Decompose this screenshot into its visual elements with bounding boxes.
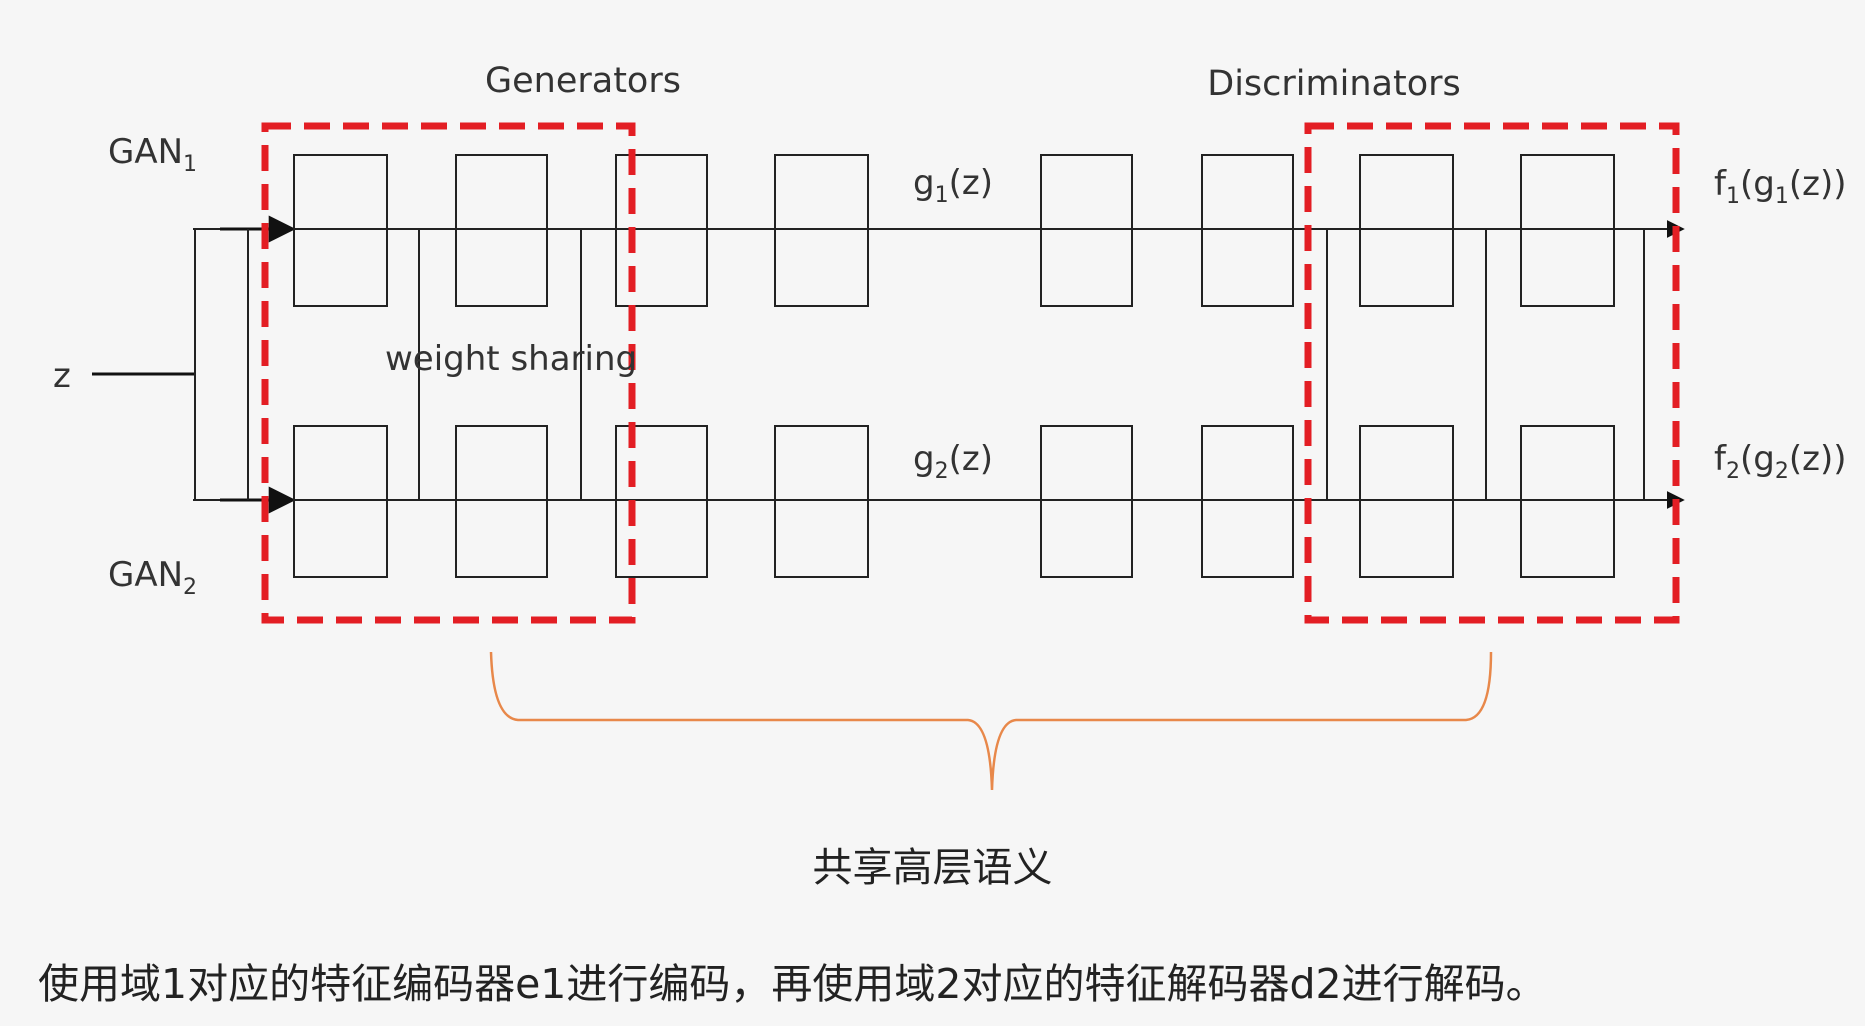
- gan1-disc-layer-3: [1359, 154, 1454, 307]
- f1-output-label: f1(g1(z)): [1714, 164, 1846, 209]
- gan2-gen-layer-1: [293, 425, 388, 578]
- gan2-disc-layer-4: [1520, 425, 1615, 578]
- gan1-gen-layer-1: [293, 154, 388, 307]
- g1-output-label: g1(z): [913, 163, 993, 208]
- shared-semantics-brace: [489, 651, 1493, 791]
- gan1-label: GAN1: [108, 132, 197, 177]
- diagram-canvas: Generators Discriminators GAN1 GAN2 z we…: [0, 0, 1865, 1026]
- input-z-label: z: [53, 356, 71, 396]
- footer-description: 使用域1对应的特征编码器e1进行编码，再使用域2对应的特征解码器d2进行解码。: [38, 960, 1547, 1008]
- f2-output-label: f2(g2(z)): [1714, 439, 1846, 484]
- gan1-disc-layer-1: [1040, 154, 1133, 307]
- gan1-disc-layer-2: [1201, 154, 1294, 307]
- gan2-gen-layer-2: [455, 425, 548, 578]
- gan2-disc-layer-1: [1040, 425, 1133, 578]
- generators-label: Generators: [485, 61, 681, 101]
- gan2-gen-layer-4: [774, 425, 869, 578]
- gan1-gen-layer-4: [774, 154, 869, 307]
- gan2-disc-layer-3: [1359, 425, 1454, 578]
- gan1-gen-layer-2: [455, 154, 548, 307]
- g2-output-label: g2(z): [913, 439, 993, 484]
- shared-semantics-caption: 共享高层语义: [812, 845, 1053, 891]
- gan2-disc-layer-2: [1201, 425, 1294, 578]
- discriminators-shared-highlight: [1304, 122, 1680, 624]
- gan1-disc-layer-4: [1520, 154, 1615, 307]
- discriminators-label: Discriminators: [1207, 64, 1460, 104]
- gan2-label: GAN2: [108, 555, 197, 600]
- weight-sharing-label: weight sharing: [385, 339, 637, 379]
